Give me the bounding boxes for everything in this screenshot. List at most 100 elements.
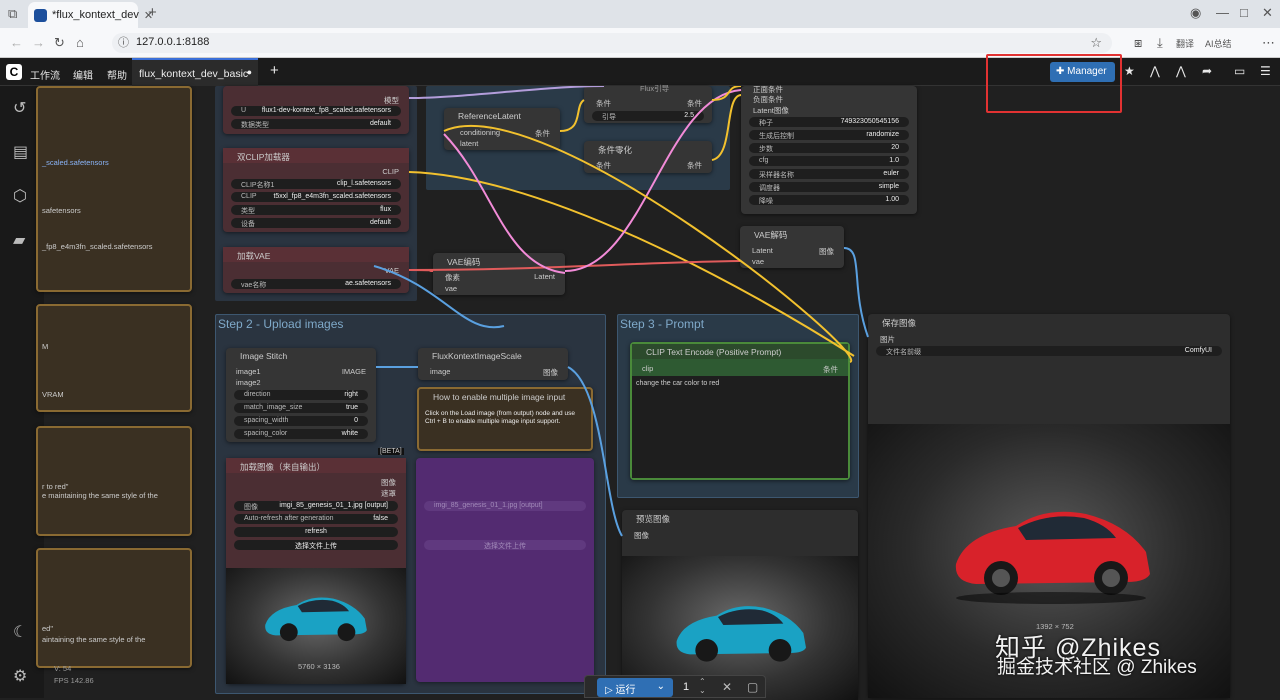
- conditioning-input-port[interactable]: 条件: [596, 98, 611, 109]
- vae-input-port[interactable]: vae: [445, 284, 457, 293]
- stop-icon[interactable]: ▢: [747, 680, 758, 694]
- new-workflow-icon[interactable]: +: [270, 62, 279, 79]
- clip-name1-widget[interactable]: CLIP名称1 clip_l.safetensors: [231, 179, 401, 189]
- weight-dtype-widget[interactable]: 数据类型 default: [231, 119, 401, 129]
- latent-image-input-port[interactable]: Latent图像: [753, 105, 789, 116]
- history-icon[interactable]: ↺: [13, 98, 26, 118]
- panel-toggle-icon[interactable]: ▭: [1234, 64, 1245, 78]
- chevron-down-icon[interactable]: ⌄: [657, 681, 665, 692]
- cancel-icon[interactable]: ✕: [722, 680, 732, 694]
- vae-loader-node[interactable]: 加载VAE VAE vae名称 ae.safetensors: [223, 247, 409, 293]
- preview-image-node[interactable]: 预览图像 图像: [622, 510, 858, 700]
- conditioning-input-port[interactable]: 条件: [596, 160, 611, 171]
- folder-icon[interactable]: ▰: [13, 230, 25, 250]
- mask-output-port[interactable]: 遮罩: [381, 488, 396, 499]
- conditioning-zero-node[interactable]: 条件零化 条件 条件: [584, 141, 712, 173]
- reference-latent-node[interactable]: ReferenceLatent conditioning latent 条件: [444, 108, 560, 150]
- vae-name-widget[interactable]: vae名称 ae.safetensors: [231, 279, 401, 289]
- clip-text-encode-node[interactable]: CLIP Text Encode (Positive Prompt) clip …: [630, 342, 850, 480]
- bypassed-load-image-node[interactable]: imgi_85_genesis_01_1.jpg [output] 选择文件上传: [416, 458, 594, 682]
- clipped-note-node-1[interactable]: r to red" e maintaining the same style o…: [36, 426, 192, 536]
- filename-prefix-widget[interactable]: 文件名前缀 ComfyUI: [876, 346, 1222, 356]
- browser-menu-icon[interactable]: ⋯: [1262, 36, 1275, 50]
- vae-encode-node[interactable]: VAE编码 像素 vae Latent: [433, 253, 565, 295]
- unet-loader-node[interactable]: 模型 Uflux1-dev-kontext_fp8_scaled.safeten…: [223, 86, 409, 134]
- new-tab-icon[interactable]: +: [148, 5, 157, 20]
- bookmark-star-icon[interactable]: ☆: [1090, 36, 1102, 50]
- image2-input-port[interactable]: image2: [236, 378, 261, 387]
- conditioning-output-port[interactable]: 条件: [687, 98, 702, 109]
- download-icon[interactable]: ⤓: [1157, 36, 1163, 50]
- reload-icon[interactable]: ↻: [54, 36, 65, 50]
- hamburger-menu-icon[interactable]: ☰: [1260, 64, 1271, 78]
- control-after-generate-widget[interactable]: 生成后控制 randomize: [749, 130, 909, 140]
- match-image-size-toggle[interactable]: match_image_size true: [234, 403, 368, 413]
- images-input-port[interactable]: 图像: [634, 530, 649, 541]
- upload-file-button[interactable]: 选择文件上传: [234, 540, 398, 550]
- scheduler-widget[interactable]: 调度器 simple: [749, 182, 909, 192]
- ksampler-node[interactable]: 正面条件 负面条件 Latent图像 种子 749323050545156 生成后…: [741, 85, 917, 214]
- load-image-output-node[interactable]: 加载图像（来自输出） [BETA] 图像 遮罩 图像 imgi_85_genesi…: [226, 448, 406, 684]
- run-button[interactable]: ▷ 运行 ⌄: [597, 678, 673, 697]
- seed-widget[interactable]: 种子 749323050545156: [749, 117, 909, 127]
- minimize-icon[interactable]: —: [1216, 6, 1229, 20]
- latent-input-port[interactable]: latent: [460, 139, 478, 148]
- clip-type-widget[interactable]: 类型 flux: [231, 205, 401, 215]
- home-icon[interactable]: ⌂: [76, 36, 84, 50]
- dual-clip-loader-node[interactable]: 双CLIP加载器 CLIP CLIP名称1 clip_l.safetensors …: [223, 148, 409, 232]
- image-output-port[interactable]: IMAGE: [342, 367, 366, 376]
- site-info-icon[interactable]: ⓘ: [118, 36, 129, 50]
- clip-name2-widget[interactable]: CLIP t5xxl_fp8_e4m3fn_scaled.safetensors: [231, 192, 401, 202]
- image-select-widget[interactable]: 图像 imgi_85_genesis_01_1.jpg [output]: [234, 501, 398, 511]
- browser-tab[interactable]: *flux_kontext_dev ✕: [28, 2, 153, 28]
- denoise-widget[interactable]: 降噪 1.00: [749, 195, 909, 205]
- unet-name-widget[interactable]: Uflux1-dev-kontext_fp8_scaled.safetensor…: [231, 106, 401, 116]
- back-icon[interactable]: ←: [10, 36, 23, 50]
- batch-count-input[interactable]: 1: [683, 681, 689, 693]
- profile-icon[interactable]: ◉: [1190, 6, 1201, 20]
- clip-input-port[interactable]: clip: [642, 364, 653, 373]
- close-window-icon[interactable]: ✕: [1262, 6, 1273, 20]
- refresh-button[interactable]: refresh: [234, 527, 398, 537]
- share-icon[interactable]: ➦: [1202, 64, 1212, 78]
- upload-file-button[interactable]: 选择文件上传: [424, 540, 586, 550]
- sampler-name-widget[interactable]: 采样器名称 euler: [749, 169, 909, 179]
- clip-output-port[interactable]: CLIP: [382, 167, 399, 176]
- url-input[interactable]: ⓘ 127.0.0.1:8188 ☆: [112, 33, 1112, 53]
- graph-canvas[interactable]: _scaled.safetensors safetensors _fp8_e4m…: [36, 84, 1280, 700]
- model-icon-2[interactable]: ⋀: [1176, 64, 1186, 78]
- theme-moon-icon[interactable]: ☾: [13, 622, 27, 642]
- vae-decode-node[interactable]: VAE解码 Latent vae 图像: [740, 226, 844, 268]
- clipped-note-node-2[interactable]: ed" aintaining the same style of the: [36, 548, 192, 668]
- image1-input-port[interactable]: image1: [236, 367, 261, 376]
- clipped-info-node[interactable]: M VRAM: [36, 304, 192, 412]
- spacing-width-widget[interactable]: spacing_width 0: [234, 416, 368, 426]
- vae-output-port[interactable]: VAE: [385, 266, 399, 275]
- images-input-port[interactable]: 图片: [880, 334, 895, 345]
- queue-icon[interactable]: ▤: [13, 142, 28, 162]
- image-stitch-node[interactable]: Image Stitch image1 image2 IMAGE directi…: [226, 348, 376, 442]
- menu-help[interactable]: 帮助: [107, 67, 127, 82]
- flux-guidance-node[interactable]: Flux引导 条件 条件 引导 2.5: [584, 84, 712, 123]
- settings-gear-icon[interactable]: ⚙: [13, 666, 27, 686]
- model-icon-1[interactable]: ⋀: [1150, 64, 1160, 78]
- clipped-loader-node[interactable]: _scaled.safetensors safetensors _fp8_e4m…: [36, 86, 192, 292]
- model-output-port[interactable]: 模型: [384, 95, 399, 106]
- spacing-color-widget[interactable]: spacing_color white: [234, 429, 368, 439]
- conditioning-output-port[interactable]: 条件: [687, 160, 702, 171]
- image-output-port[interactable]: 图像: [819, 246, 834, 257]
- steps-widget[interactable]: 步数 20: [749, 143, 909, 153]
- maximize-icon[interactable]: □: [1240, 6, 1248, 20]
- auto-refresh-toggle[interactable]: Auto-refresh after generation false: [234, 514, 398, 524]
- star-icon[interactable]: ★: [1124, 64, 1135, 78]
- stepper-icon[interactable]: ⌃ ⌄: [699, 677, 706, 695]
- forward-icon[interactable]: →: [32, 36, 45, 50]
- direction-widget[interactable]: direction right: [234, 390, 368, 400]
- guidance-widget[interactable]: 引导 2.5: [592, 111, 704, 121]
- comfy-logo-icon[interactable]: C: [6, 64, 22, 80]
- image-select-widget[interactable]: imgi_85_genesis_01_1.jpg [output]: [424, 501, 586, 511]
- workflow-tab[interactable]: flux_kontext_dev_basic ●: [132, 58, 258, 86]
- prompt-textarea[interactable]: change the car color to red: [632, 376, 848, 478]
- menu-edit[interactable]: 编辑: [73, 67, 93, 82]
- extensions-icon[interactable]: ⧆: [1134, 36, 1142, 50]
